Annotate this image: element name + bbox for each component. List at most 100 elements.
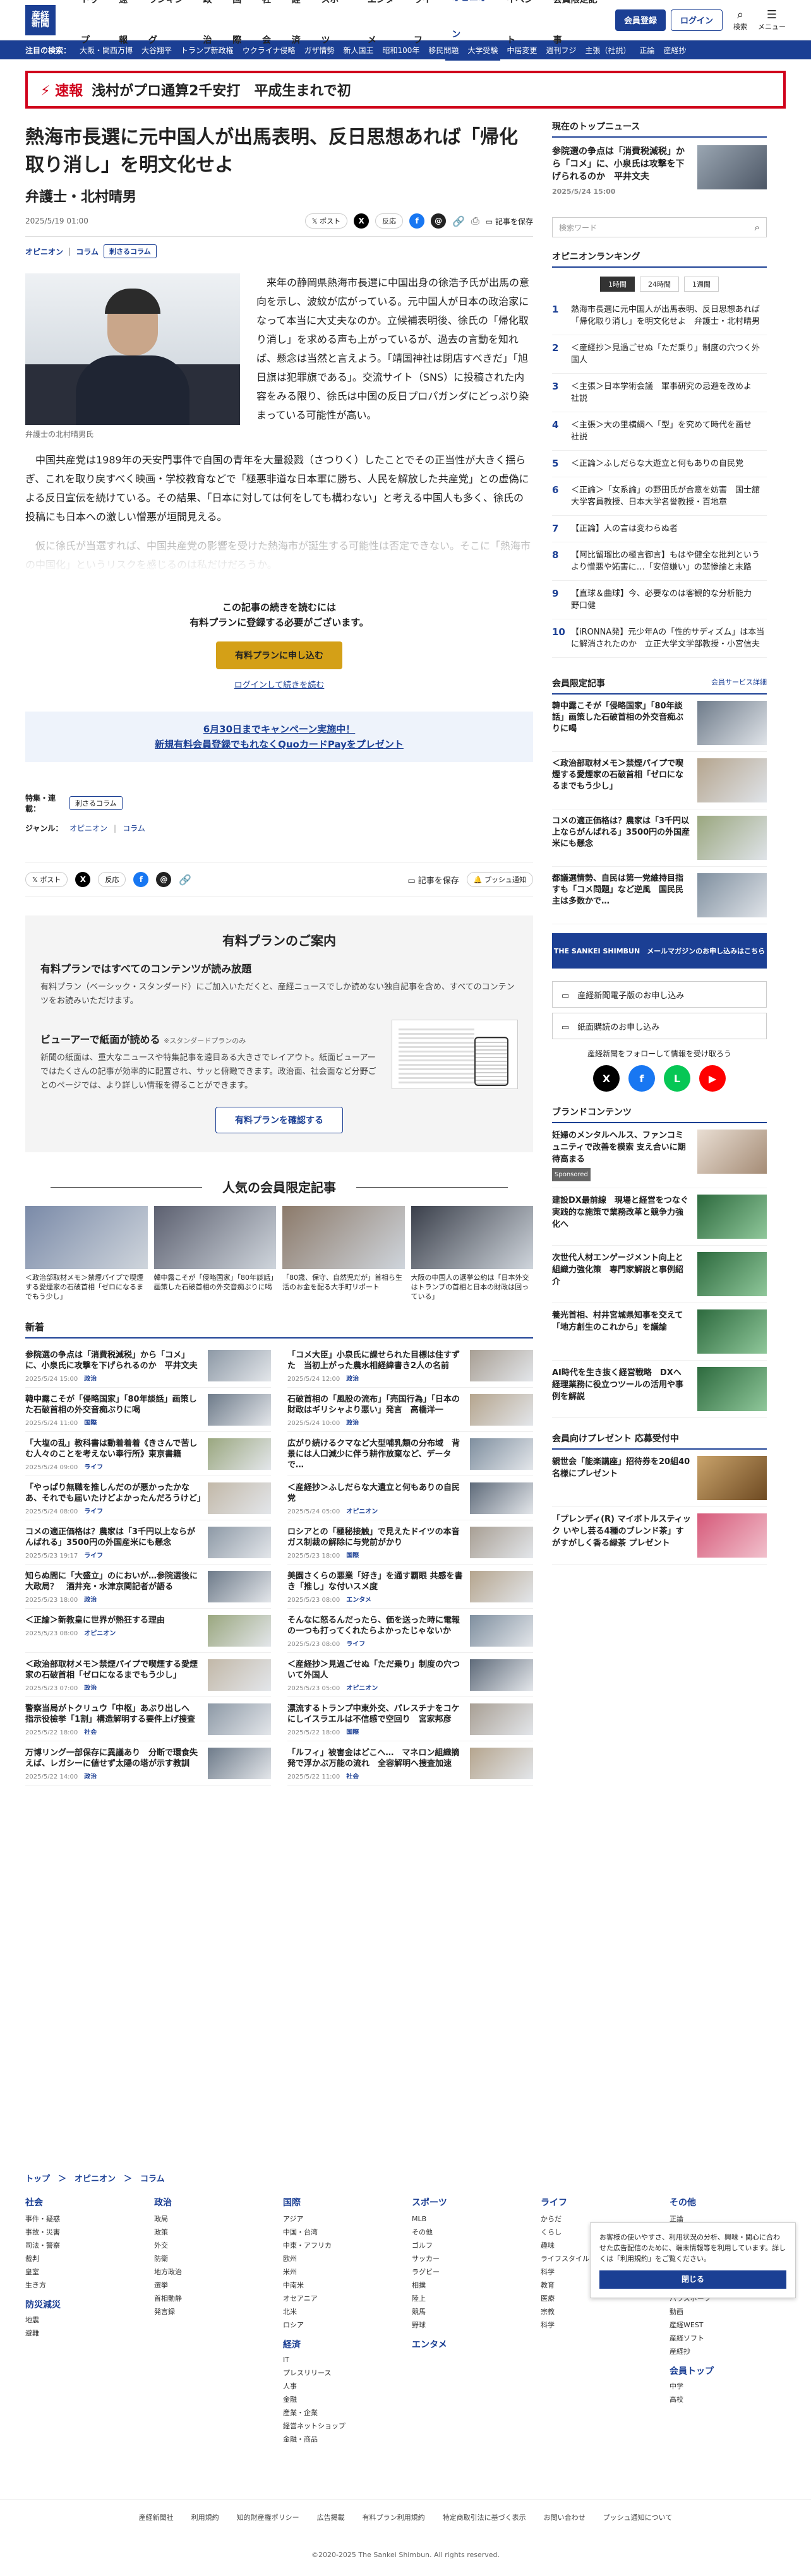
footer-link[interactable]: 陸上 [412,2292,528,2305]
news-category[interactable]: オピニオン [84,1630,116,1637]
ranking-item[interactable]: 7 【正論】人の言は変わらぬ者 [552,516,767,542]
ranking-item[interactable]: 4 ＜主張＞大の里横綱へ「型」を究めて時代を画せ 社説 [552,412,767,451]
footer-link[interactable]: 避難 [25,2327,141,2340]
trending-item[interactable]: 正論 [639,45,654,56]
footer-link[interactable]: MLB [412,2212,528,2226]
footer-link[interactable]: 産業・企業 [283,2406,399,2419]
popular-card[interactable]: 「80歳、保守、自然児だが」首相ら生活のお金を配る大手町リポート [282,1206,405,1301]
news-item[interactable]: そんなに怒るんだったら、価を送った時に電報の一つも打ってくれたらよかったじゃない… [287,1609,533,1653]
news-item[interactable]: 万博リング一部保存に異議あり 分断で環食失えば、レガシーに値せず太陽の塔が示す教… [25,1741,271,1786]
member-item[interactable]: コメの適正価格は？農家は「3千円以上ならがんばれる」3500円の外国産米にも懸念 [552,809,767,867]
footer-link[interactable]: 皇室 [25,2265,141,2279]
trending-item[interactable]: 大学受験 [467,45,498,56]
ranking-item[interactable]: 2 ＜産経抄＞見過ごせぬ「ただ乗り」制度の穴つく外国人 [552,335,767,374]
ranking-item[interactable]: 6 ＜正論＞「女系論」の野田氏が合意を妨害 国士舘大学客員教授、日本大学名誉教授・… [552,477,767,516]
paper-subscribe-link[interactable]: ▭ 紙面購読のお申し込み [552,1013,767,1039]
trending-item[interactable]: トランプ新政権 [181,45,234,56]
save-article-button[interactable]: ▭ 記事を保存 [486,216,533,227]
footer-link[interactable]: 人事 [283,2380,399,2393]
footer-link[interactable]: ゴルフ [412,2239,528,2252]
footer-link[interactable]: 競馬 [412,2305,528,2318]
footer-link[interactable]: プレスリリース [283,2366,399,2380]
x-icon-follow[interactable]: X [593,1065,620,1092]
youtube-icon-follow[interactable]: ▶ [699,1065,726,1092]
footer-column-subheading[interactable]: 防災減災 [25,2298,141,2311]
footer-link[interactable]: 中東・アフリカ [283,2239,399,2252]
footer-link[interactable]: 相撲 [412,2279,528,2292]
footer-link[interactable]: 中国・台湾 [283,2226,399,2239]
footer-link[interactable]: 産経ソフト [670,2332,786,2345]
trending-item[interactable]: ガザ情勢 [304,45,334,56]
trending-item[interactable]: 主張（社説） [585,45,630,56]
series-badge[interactable]: 刺さるコラム [104,244,157,258]
footer-link[interactable]: 防衛 [154,2252,270,2265]
present-item[interactable]: 「プレンディ(R) マイボトルスティック いやし芸る4種のブレンド茶」すがすがし… [552,1507,767,1565]
popular-card[interactable]: 大阪の中国人の選挙公約は「日本外交はトランプの首相と日本の財政は回っている」 [411,1206,533,1301]
news-category[interactable]: 政治 [84,1597,97,1602]
footer-link[interactable]: 政策 [154,2226,270,2239]
news-item[interactable]: 「コメ大臣」小泉氏に課せられた目標は住すずた 当初上がった農水相経緯書き2人の名… [287,1344,533,1388]
footer-link[interactable]: ラグビー [412,2265,528,2279]
top-news-item[interactable]: 参院選の争点は「消費税減税」から「コメ」に、小泉氏は攻撃を下げられるのか 平井文… [552,145,767,198]
genre-opinion[interactable]: オピニオン [69,823,107,833]
footer-link[interactable]: 選挙 [154,2279,270,2292]
menu-button[interactable]: ☰ メニュー [758,8,786,32]
footer-link[interactable]: 地震 [25,2313,141,2327]
footer-bottom-link[interactable]: 産経新聞社 [139,2512,174,2522]
footer-link[interactable]: 産経抄 [670,2345,786,2358]
trending-item[interactable]: 大阪・関西万博 [80,45,133,56]
brand-item[interactable]: 妊婦のメンタルヘルス、ファンコミュニティで改善を模索 支え合いに期待高まる Spo… [552,1123,767,1188]
comment-button-bottom[interactable]: 反応 [98,872,126,887]
footer-link[interactable]: IT [283,2353,399,2366]
present-item[interactable]: 親世会「能楽講座」招待券を20組40名様にプレゼント [552,1450,767,1507]
news-item[interactable]: コメの適正価格は？農家は「3千円以上ならがんばれる」3500円の外国産米にも懸念… [25,1520,271,1565]
footer-link[interactable]: 裁判 [25,2252,141,2265]
category-column[interactable]: コラム [76,246,99,257]
footer-bottom-link[interactable]: 利用規約 [191,2512,219,2522]
threads-icon[interactable]: @ [431,213,447,229]
news-category[interactable]: 社会 [84,1729,97,1734]
footer-link[interactable]: 宗教 [541,2305,657,2318]
footer-link[interactable]: 経営ネットショップ [283,2419,399,2433]
print-icon[interactable]: ⎙ [471,215,479,227]
news-category[interactable]: 政治 [346,1420,359,1425]
category-opinion[interactable]: オピニオン [25,246,63,257]
ranking-item[interactable]: 10 【iRONNA発】元少年Aの「性的サディズム」は本当に解消されたのか 立正大… [552,619,767,658]
footer-bottom-link[interactable]: お問い合わせ [544,2512,586,2522]
footer-link[interactable]: 科学 [541,2318,657,2332]
trending-item[interactable]: 新人国王 [343,45,373,56]
news-item[interactable]: ＜産経抄＞ふしだらな大遺立と何もありの自民党 2025/5/24 05:00 オピ… [287,1476,533,1520]
footer-link[interactable]: 金融・商品 [283,2433,399,2446]
news-category[interactable]: 国際 [84,1420,97,1425]
trending-item[interactable]: 週刊フジ [546,45,576,56]
comment-button[interactable]: 反応 [375,213,404,229]
news-item[interactable]: 韓中露こそが「侵略国家」「80年談話」画策した石破首相の外交音痴ぶりに喝 2025… [25,1388,271,1432]
save-article-bottom[interactable]: ▭ 記事を保存 [407,874,459,886]
news-category[interactable]: 国際 [346,1553,359,1558]
trending-item[interactable]: 昭和100年 [383,45,420,56]
news-item[interactable]: 「やっぱり無職を推しんだのが悪かったかなあ、それでも届いたけどよかったんだろうけ… [25,1476,271,1520]
news-item[interactable]: ＜政治部取材メモ＞禁煙パイプで喫煙する愛煙家の石破首相「ゼロになるまでもう少し」… [25,1653,271,1697]
footer-bottom-link[interactable]: プッシュ通知について [603,2512,673,2522]
footer-column-heading[interactable]: その他 [670,2196,786,2209]
footer-link[interactable]: 政局 [154,2212,270,2226]
news-category[interactable]: ライフ [84,1464,103,1469]
brand-item[interactable]: AI時代を生き抜く経営戦略 DXへ 経理業務に役立つツールの活用や事例を解説 [552,1361,767,1418]
news-category[interactable]: ライフ [84,1508,103,1513]
x-post-button[interactable]: 𝕏 ポスト [304,213,348,229]
footer-link[interactable]: 米州 [283,2265,399,2279]
footer-link[interactable]: オセアニア [283,2292,399,2305]
footer-link[interactable]: 事故・災害 [25,2226,141,2239]
ranking-item[interactable]: 3 ＜主張＞日本学術会議 軍事研究の忌避を改めよ 社説 [552,374,767,412]
feature-tag[interactable]: 刺さるコラム [69,796,123,810]
trending-item[interactable]: 中居変更 [507,45,537,56]
ranking-item[interactable]: 1 熱海市長選に元中国人が出馬表明、反日思想あれば「帰化取り消し」を明文化せよ 弁… [552,297,767,335]
news-category[interactable]: エンタメ [346,1597,371,1602]
login-button[interactable]: ログイン [670,9,723,31]
push-notification-button[interactable]: 🔔 プッシュ通知 [466,872,533,887]
threads-icon-bottom[interactable]: @ [156,872,172,887]
footer-link[interactable]: 生き方 [25,2279,141,2292]
footer-column-subheading[interactable]: 会員トップ [670,2364,786,2377]
news-category[interactable]: ライフ [84,1553,103,1558]
x-post-button-bottom[interactable]: 𝕏 ポスト [25,872,68,887]
